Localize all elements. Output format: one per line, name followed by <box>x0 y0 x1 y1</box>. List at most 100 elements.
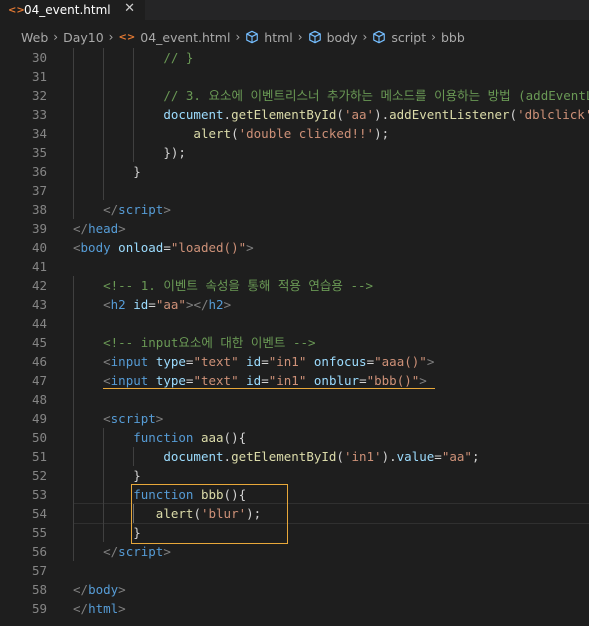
code-text: // 3. 요소에 이벤트리스너 추가하는 메소드를 이용하는 방법 (addE… <box>73 86 589 105</box>
code-line[interactable]: 33 document.getElementById('aa').addEven… <box>0 105 589 124</box>
code-line[interactable]: 35 }); <box>0 143 589 162</box>
code-token: > <box>118 601 126 616</box>
code-token: "aa" <box>155 297 186 312</box>
code-line[interactable]: 51 document.getElementById('in1').value=… <box>0 447 589 466</box>
code-line[interactable]: 34 alert('double clicked!!'); <box>0 124 589 143</box>
code-token: body <box>80 240 111 255</box>
code-token: ). <box>381 449 397 464</box>
indent-guide <box>73 276 74 561</box>
line-number: 46 <box>31 354 47 369</box>
code-token: // 3. 요소에 이벤트리스너 추가하는 메소드를 이용하는 방법 (addE… <box>163 88 589 103</box>
breadcrumb-label: Web <box>21 29 49 45</box>
code-line[interactable]: 58 </body> <box>0 580 589 599</box>
breadcrumb-item-web[interactable]: Web <box>21 30 48 45</box>
code-token: ( <box>336 449 344 464</box>
code-token: < <box>73 240 81 255</box>
symbol-element-icon <box>245 30 259 44</box>
breadcrumb-item-day10[interactable]: Day10 <box>63 30 104 45</box>
code-line[interactable]: 50 function aaa(){ <box>0 428 589 447</box>
line-number: 58 <box>31 582 47 597</box>
code-editor[interactable]: 30 // } 31 32 // 3. 요소에 이벤트리스너 추가하는 메소드를 이… <box>0 48 589 626</box>
code-line[interactable]: 53 function bbb(){ <box>0 485 589 504</box>
code-line[interactable]: 46 <input type="text" id="in1" onfocus="… <box>0 352 589 371</box>
close-icon[interactable]: ✕ <box>124 1 135 16</box>
code-line[interactable]: 39 </head> <box>0 219 589 238</box>
breadcrumb-item-html[interactable]: html <box>245 30 293 45</box>
tab-04-event-html[interactable]: <> 04_event.html ✕ <box>0 0 145 20</box>
breadcrumb-item-bbb[interactable]: bbb <box>441 30 465 45</box>
code-line[interactable]: 40 <body onload="loaded()"> <box>0 238 589 257</box>
code-token: addEventListener <box>389 107 510 122</box>
code-line[interactable]: 38 </script> <box>0 200 589 219</box>
line-number: 56 <box>31 544 47 559</box>
code-line[interactable]: 55 } <box>0 523 589 542</box>
code-line[interactable]: 59 </html> <box>0 599 589 618</box>
code-token: "in1" <box>268 354 307 369</box>
code-text: <!-- input요소에 대한 이벤트 --> <box>73 333 315 352</box>
code-token: 'aa' <box>343 107 375 122</box>
code-line[interactable]: 36 } <box>0 162 589 181</box>
line-number: 59 <box>31 601 47 616</box>
code-line[interactable]: 30 // } <box>0 48 589 67</box>
code-token: . <box>223 449 232 464</box>
code-line[interactable]: 41 <box>0 257 589 276</box>
code-token: </ <box>73 601 89 616</box>
code-token: type <box>155 354 186 369</box>
code-line[interactable]: 31 <box>0 67 589 86</box>
code-text: }); <box>73 143 186 162</box>
indent-guide <box>133 447 135 466</box>
code-token: document <box>163 107 224 122</box>
code-token: aaa <box>200 430 224 445</box>
code-token: ; <box>471 449 480 464</box>
tab-bar: <> 04_event.html ✕ <box>0 0 589 20</box>
code-token: </ <box>103 202 119 217</box>
code-line[interactable]: 56 </script> <box>0 542 589 561</box>
code-line[interactable]: 32 // 3. 요소에 이벤트리스너 추가하는 메소드를 이용하는 방법 (a… <box>0 86 589 105</box>
breadcrumb-label: body <box>326 29 358 45</box>
line-number: 55 <box>31 525 47 540</box>
code-token: head <box>88 221 119 236</box>
code-token: "text" <box>193 354 239 369</box>
code-text: <input type="text" id="in1" onfocus="aaa… <box>73 352 434 371</box>
code-line[interactable]: 37 <box>0 181 589 200</box>
line-number: 54 <box>31 506 47 521</box>
code-token: ). <box>374 107 390 122</box>
code-token: > <box>223 297 232 312</box>
code-line[interactable]: 43 <h2 id="aa"></h2> <box>0 295 589 314</box>
code-line[interactable]: 42 <!-- 1. 이벤트 속성을 통해 적용 연습용 --> <box>0 276 589 295</box>
line-number: 43 <box>31 297 47 312</box>
code-text: <body onload="loaded()"> <box>73 238 254 257</box>
code-line[interactable]: 45 <!-- input요소에 대한 이벤트 --> <box>0 333 589 352</box>
code-line[interactable]: 49 <script> <box>0 409 589 428</box>
breadcrumb-label: 04_event.html <box>140 29 231 45</box>
code-token: = <box>261 373 269 388</box>
code-token: = <box>163 240 171 255</box>
breadcrumb-item-script[interactable]: script <box>372 30 426 45</box>
breadcrumb-item-04-event-html[interactable]: <> 04_event.html <box>118 30 230 45</box>
code-text: document.getElementById('aa').addEventLi… <box>73 105 589 124</box>
code-line[interactable]: 54 alert('blur'); <box>0 504 589 523</box>
code-line[interactable]: 44 <box>0 314 589 333</box>
breadcrumb-item-body[interactable]: body <box>308 30 358 45</box>
code-line[interactable]: 57 <box>0 561 589 580</box>
code-token: . <box>223 107 232 122</box>
code-token: h2 <box>110 297 126 312</box>
line-number: 47 <box>31 373 47 388</box>
line-number: 35 <box>31 145 47 160</box>
code-token: = <box>261 354 269 369</box>
code-token: script <box>118 202 164 217</box>
html-file-icon: <> <box>8 4 25 16</box>
code-text: </head> <box>73 219 126 238</box>
code-text: alert('double clicked!!'); <box>73 124 389 143</box>
code-token: </ <box>103 544 119 559</box>
code-token: onblur <box>313 373 360 388</box>
code-line[interactable]: 52 } <box>0 466 589 485</box>
breadcrumb-label: bbb <box>440 29 465 45</box>
code-line[interactable]: 48 <box>0 390 589 409</box>
line-number: 53 <box>31 487 47 502</box>
